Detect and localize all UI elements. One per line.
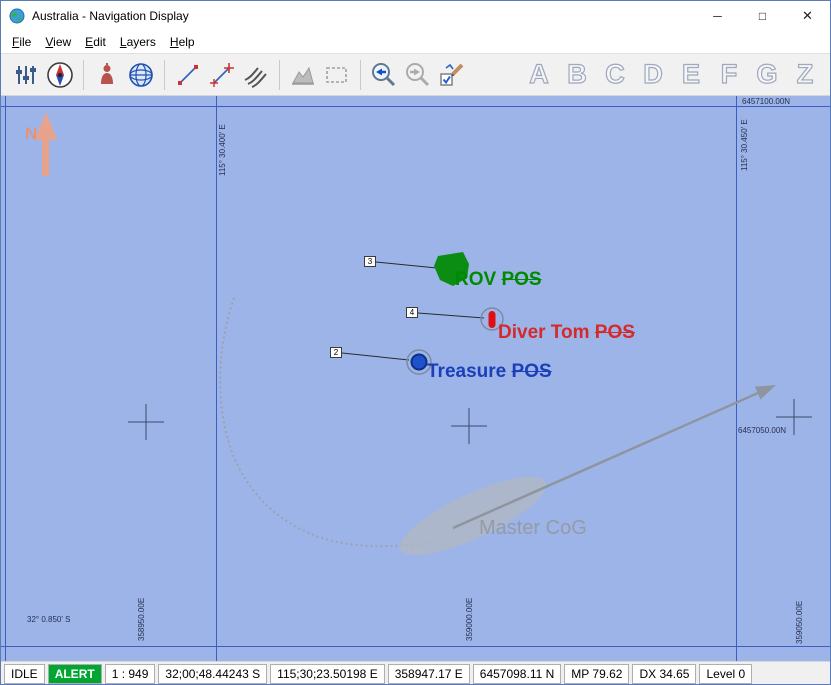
menu-file[interactable]: File	[5, 32, 38, 52]
letter-button-c[interactable]: C	[600, 58, 630, 92]
letter-button-f[interactable]: F	[714, 58, 744, 92]
compass-icon[interactable]	[43, 58, 77, 92]
grid-label-lat-bottom: 32° 0.850' S	[27, 615, 70, 624]
app-globe-icon	[9, 8, 25, 24]
globe-projection-icon[interactable]	[124, 58, 158, 92]
status-level: Level 0	[699, 664, 752, 684]
window-title: Australia - Navigation Display	[32, 9, 189, 23]
menu-edit[interactable]: Edit	[78, 32, 113, 52]
letter-button-z[interactable]: Z	[790, 58, 820, 92]
title-bar: Australia - Navigation Display ─ □ ✕	[1, 1, 830, 31]
status-dx: DX 34.65	[632, 664, 696, 684]
status-easting: 358947.17 E	[388, 664, 470, 684]
grid-label-northing-right: 6457050.00N	[738, 426, 786, 435]
contour-layers-icon[interactable]	[239, 58, 273, 92]
zoom-previous-icon[interactable]	[367, 58, 401, 92]
menu-view[interactable]: View	[38, 32, 78, 52]
treasure-pos-label: Treasure POS	[427, 361, 552, 383]
status-latitude: 32;00;48.44243 S	[158, 664, 267, 684]
select-area-icon[interactable]	[320, 58, 354, 92]
grid-label-easting-center: 359000.00E	[465, 598, 474, 641]
letter-button-d[interactable]: D	[638, 58, 668, 92]
maximize-button[interactable]: □	[740, 1, 785, 31]
grid-label-lon-left: 115° 30.400' E	[218, 124, 227, 176]
marker-leader-box[interactable]: 4	[406, 307, 418, 318]
grid-label-easting-left: 358950.00E	[137, 598, 146, 641]
close-button[interactable]: ✕	[785, 1, 830, 31]
grid-label-lon-right: 115° 30.450' E	[740, 119, 749, 171]
zoom-next-icon[interactable]	[401, 58, 435, 92]
letter-button-e[interactable]: E	[676, 58, 706, 92]
polyline-points-icon[interactable]	[205, 58, 239, 92]
status-northing: 6457098.11 N	[473, 664, 562, 684]
vessel-footprint	[391, 462, 555, 569]
map-canvas[interactable]: N 6457100.00N 6457050.00N 115° 30.400' E…	[1, 96, 831, 661]
diver-position-symbol[interactable]	[489, 311, 496, 328]
menu-bar: File View Edit Layers Help	[1, 31, 830, 53]
menu-help[interactable]: Help	[163, 32, 202, 52]
status-bar: IDLE ALERT 1 : 949 32;00;48.44243 S 115;…	[1, 661, 830, 685]
toolbar: A B C D E F G Z	[1, 53, 830, 96]
toolbar-separator	[83, 60, 84, 90]
master-cog-vector	[453, 393, 758, 528]
status-mp: MP 79.62	[564, 664, 629, 684]
menu-layers[interactable]: Layers	[113, 32, 163, 52]
grid-cross	[128, 399, 812, 444]
map-overlay	[1, 96, 831, 661]
display-settings-sliders-icon[interactable]	[9, 58, 43, 92]
grid-label-northing-top: 6457100.00N	[742, 97, 790, 106]
toolbar-separator	[360, 60, 361, 90]
letter-button-b[interactable]: B	[562, 58, 592, 92]
status-alert-badge[interactable]: ALERT	[48, 664, 102, 684]
grid-label-easting-right: 359050.00E	[795, 601, 804, 644]
status-longitude: 115;30;23.50198 E	[270, 664, 385, 684]
rov-pos-label: ROV POS	[455, 269, 542, 291]
letter-button-a[interactable]: A	[524, 58, 554, 92]
letter-button-g[interactable]: G	[752, 58, 782, 92]
minimize-button[interactable]: ─	[695, 1, 740, 31]
edit-verify-icon[interactable]	[435, 58, 469, 92]
profile-chart-icon[interactable]	[286, 58, 320, 92]
status-scale: 1 : 949	[105, 664, 156, 684]
marker-leader-box[interactable]: 2	[330, 347, 342, 358]
diver-tom-pos-label: Diver Tom POS	[498, 322, 635, 344]
measure-line-icon[interactable]	[171, 58, 205, 92]
toolbar-separator	[164, 60, 165, 90]
beacon-person-icon[interactable]	[90, 58, 124, 92]
vessel-track-trail	[220, 298, 429, 546]
app-window: Australia - Navigation Display ─ □ ✕ Fil…	[0, 0, 831, 685]
north-arrow-label: N	[25, 124, 37, 144]
marker-leader-box[interactable]: 3	[364, 256, 376, 267]
north-arrow-icon	[35, 112, 57, 176]
status-mode: IDLE	[4, 664, 45, 684]
letter-button-group: A B C D E F G Z	[524, 58, 822, 92]
master-cog-arrowhead	[755, 385, 776, 400]
toolbar-separator	[279, 60, 280, 90]
master-cog-label: Master CoG	[479, 517, 587, 540]
treasure-position-symbol[interactable]	[412, 355, 427, 370]
